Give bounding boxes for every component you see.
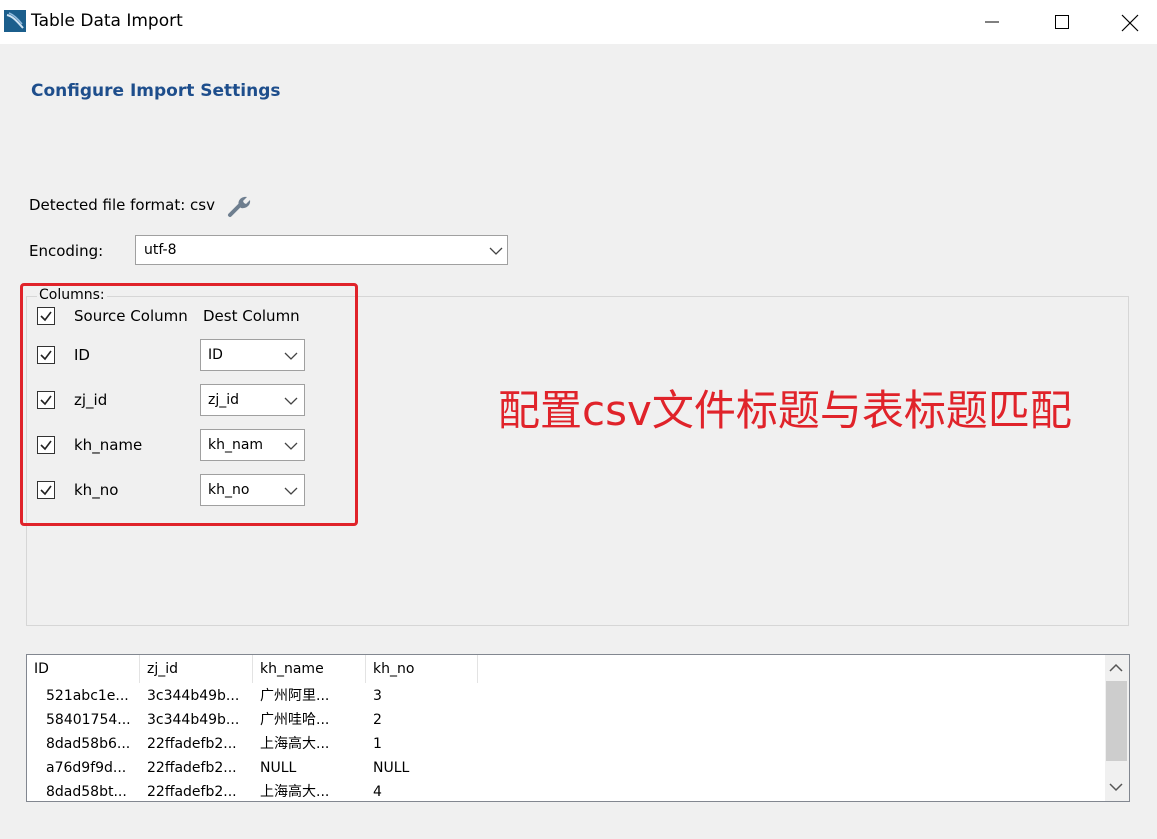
- title-bar: Table Data Import: [0, 0, 1157, 44]
- preview-header-kh-name[interactable]: kh_name: [253, 655, 365, 683]
- chevron-up-icon: [1109, 663, 1123, 672]
- table-cell: 3c344b49b...: [147, 712, 240, 728]
- table-cell: 上海高大...: [260, 736, 330, 752]
- maximize-button[interactable]: [1027, 0, 1097, 44]
- table-cell: 22ffadefb2...: [147, 736, 237, 752]
- preview-header-kh-no[interactable]: kh_no: [366, 655, 478, 683]
- page-heading: Configure Import Settings: [31, 81, 281, 101]
- maximize-icon: [1055, 15, 1069, 29]
- preview-header-zj-id[interactable]: zj_id: [140, 655, 252, 683]
- annotation-highlight-box: [20, 283, 358, 526]
- table-cell: 521abc1e...: [46, 688, 129, 704]
- table-cell: NULL: [260, 760, 297, 776]
- table-row[interactable]: 521abc1e... 3c344b49b... 广州阿里... 3: [27, 684, 1105, 708]
- table-cell: NULL: [373, 760, 410, 776]
- minimize-button[interactable]: [957, 0, 1027, 44]
- header-divider: [477, 655, 478, 683]
- table-row[interactable]: 58401754... 3c344b49b... 广州哇哈... 2: [27, 708, 1105, 732]
- table-cell: 2: [373, 712, 382, 728]
- table-cell: 8dad58b6...: [46, 736, 131, 752]
- chevron-down-icon: [489, 247, 503, 255]
- table-cell: 4: [373, 784, 382, 800]
- table-row[interactable]: a76d9f9d... 22ffadefb2... NULL NULL: [27, 756, 1105, 780]
- wrench-icon[interactable]: [226, 193, 252, 219]
- encoding-value: utf-8: [144, 242, 177, 258]
- table-cell: 58401754...: [46, 712, 131, 728]
- table-cell: 1: [373, 736, 382, 752]
- table-row[interactable]: 8dad58bt... 22ffadefb2... 上海高大... 4: [27, 780, 1105, 801]
- table-cell: a76d9f9d...: [46, 760, 127, 776]
- table-cell: 广州哇哈...: [260, 712, 330, 728]
- close-button[interactable]: [1094, 0, 1157, 44]
- encoding-select[interactable]: utf-8: [135, 235, 508, 265]
- table-cell: 上海高大...: [260, 784, 330, 800]
- detected-format-label: Detected file format: csv: [29, 196, 215, 214]
- encoding-label: Encoding:: [29, 242, 104, 260]
- preview-header-id[interactable]: ID: [27, 655, 139, 683]
- mysql-workbench-icon: [4, 10, 26, 32]
- scrollbar-thumb[interactable]: [1106, 681, 1127, 761]
- annotation-text: 配置csv文件标题与表标题匹配: [498, 386, 1072, 435]
- table-cell: 3: [373, 688, 382, 704]
- vertical-scrollbar[interactable]: [1105, 655, 1129, 801]
- table-cell: 22ffadefb2...: [147, 784, 237, 800]
- table-row[interactable]: 8dad58b6... 22ffadefb2... 上海高大... 1: [27, 732, 1105, 756]
- table-cell: 22ffadefb2...: [147, 760, 237, 776]
- table-cell: 8dad58bt...: [46, 784, 127, 800]
- chevron-down-icon: [1109, 783, 1123, 792]
- minimize-icon: [985, 21, 999, 23]
- window-title: Table Data Import: [31, 11, 183, 31]
- close-icon: [1121, 14, 1139, 32]
- table-cell: 广州阿里...: [260, 688, 330, 704]
- table-cell: 3c344b49b...: [147, 688, 240, 704]
- data-preview-grid[interactable]: ID zj_id kh_name kh_no 521abc1e... 3c344…: [26, 654, 1130, 802]
